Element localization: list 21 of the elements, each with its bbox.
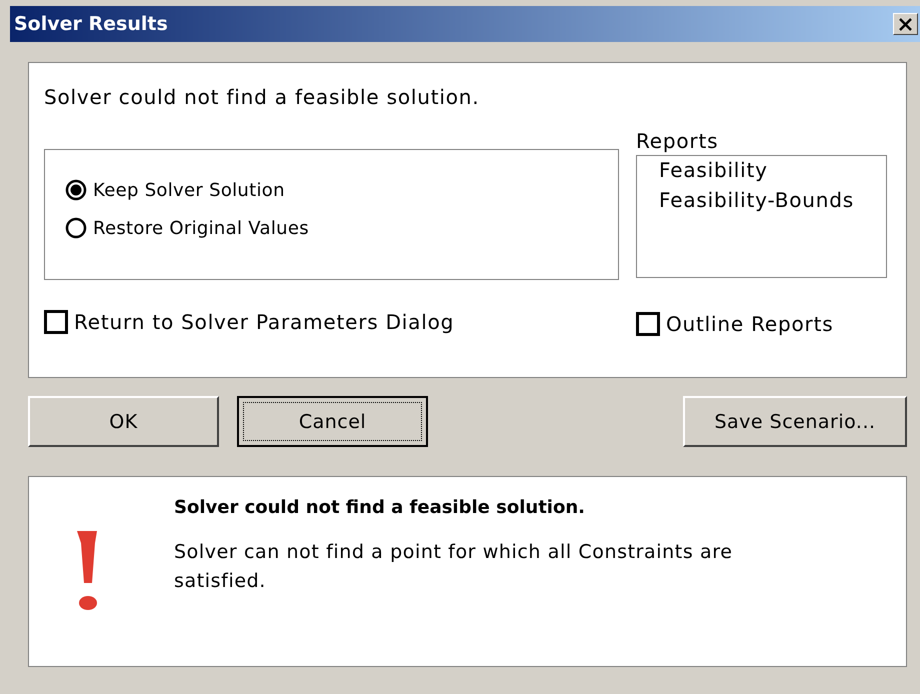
message-title: Solver could not find a feasible solution. (174, 497, 586, 518)
dialog-button[interactable]: Save Scenario... (683, 396, 907, 447)
dialog-button[interactable]: Cancel (237, 396, 428, 447)
radio-label: Restore Original Values (93, 218, 309, 238)
window-title: Solver Results (13, 13, 168, 35)
checkbox[interactable] (636, 312, 660, 336)
list-item[interactable]: Feasibility (657, 158, 770, 182)
result-message: Solver could not find a feasible solution. (44, 85, 480, 109)
dialog-button[interactable]: OK (28, 396, 219, 447)
radio-button[interactable] (65, 179, 87, 201)
reports-label: Reports (636, 129, 720, 153)
reports-list[interactable]: Feasibility Feasibility-Bounds (636, 155, 887, 278)
checkbox[interactable] (44, 310, 68, 334)
list-item[interactable]: Feasibility-Bounds (657, 188, 856, 212)
checkbox-label: Return to Solver Parameters Dialog (74, 310, 454, 334)
close-icon (898, 18, 913, 30)
radio-label: Keep Solver Solution (93, 180, 285, 200)
close-button[interactable] (893, 13, 918, 35)
message-detail: Solver can not find a point for which all Constraints are satisfied. (174, 540, 734, 594)
checkbox-label: Outline Reports (666, 312, 834, 336)
radio-button[interactable] (65, 217, 87, 239)
